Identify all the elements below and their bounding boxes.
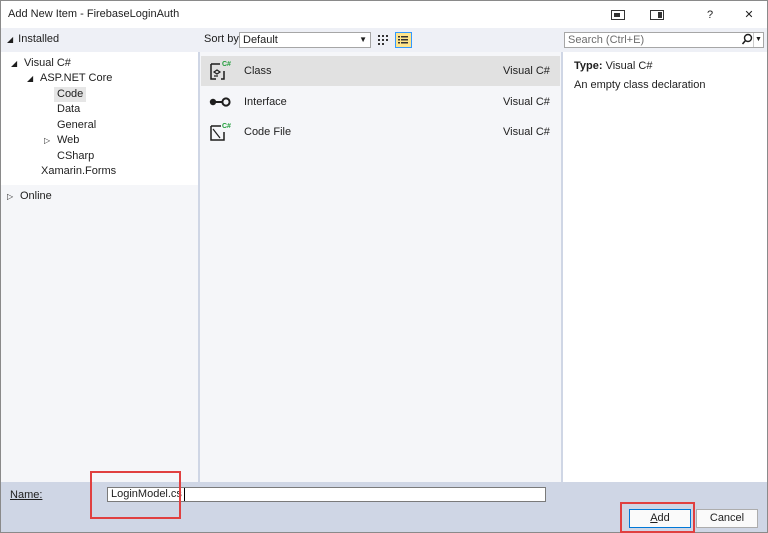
search-icon[interactable] <box>741 33 753 47</box>
grid-view-icon[interactable] <box>375 32 392 48</box>
search-input[interactable]: Search (Ctrl+E) ▼ <box>564 32 764 48</box>
template-language: Visual C# <box>503 126 550 138</box>
svg-text:C#: C# <box>222 123 231 130</box>
tree-item-code[interactable]: Code <box>54 87 87 102</box>
maximize-panel-icon[interactable] <box>637 1 677 28</box>
name-label: Name: <box>10 489 42 501</box>
help-button[interactable]: ? <box>690 1 730 28</box>
tree-label: Online <box>20 190 52 202</box>
close-button[interactable]: ✕ <box>729 1 768 28</box>
tree-label: Data <box>57 103 81 115</box>
collapse-arrow-icon: ◢ <box>7 34 14 44</box>
collapsed-arrow-icon: ▷ <box>7 192 14 201</box>
details-panel <box>563 52 767 482</box>
toggle-panel-icon[interactable] <box>598 1 638 28</box>
interface-icon <box>208 90 232 114</box>
title-bar: Add New Item - FirebaseLoginAuth ? ✕ <box>1 1 767 28</box>
tree-item-aspnet-core[interactable]: ◢ ASP.NET Core <box>27 71 112 86</box>
tree-label: Code <box>54 87 87 102</box>
template-language: Visual C# <box>503 96 550 108</box>
tree-item-csharp[interactable]: CSharp <box>57 149 94 164</box>
search-placeholder: Search (Ctrl+E) <box>568 34 645 46</box>
tree-label: Visual C# <box>24 57 71 69</box>
expanded-arrow-icon: ◢ <box>11 59 18 68</box>
name-label-text: ame: <box>17 489 43 501</box>
tree-label: ASP.NET Core <box>40 72 113 84</box>
add-new-item-dialog: Add New Item - FirebaseLoginAuth ? ✕ ◢ I… <box>0 0 768 533</box>
search-options-dropdown[interactable]: ▼ <box>753 33 763 47</box>
tree-label: Web <box>57 134 80 146</box>
template-language: Visual C# <box>503 65 550 77</box>
template-item-interface[interactable]: Interface Visual C# <box>201 87 560 117</box>
sort-by-dropdown[interactable]: Default ▼ <box>239 32 371 48</box>
sort-by-label: Sort by: <box>204 33 242 45</box>
tree-item-visual-csharp[interactable]: ◢ Visual C# <box>11 56 71 71</box>
tree-item-online[interactable]: ▷ Online <box>7 189 52 204</box>
template-name: Interface <box>244 96 287 108</box>
category-tree: ◢ Visual C# ◢ ASP.NET Core Code Data Gen… <box>1 52 198 185</box>
svg-text:C#: C# <box>222 61 231 68</box>
collapsed-arrow-icon: ▷ <box>44 136 51 145</box>
tree-label: CSharp <box>57 150 95 162</box>
detail-type: Type: Visual C# <box>574 60 652 72</box>
add-highlight-box <box>620 502 695 533</box>
detail-type-value: Visual C# <box>605 60 653 72</box>
tree-item-xamarin-forms[interactable]: Xamarin.Forms <box>41 164 116 179</box>
detail-type-label: Type: <box>574 60 603 72</box>
expanded-arrow-icon: ◢ <box>27 74 34 83</box>
detail-description: An empty class declaration <box>574 79 706 91</box>
tree-label: Xamarin.Forms <box>41 165 117 177</box>
dialog-title: Add New Item - FirebaseLoginAuth <box>8 8 180 20</box>
class-file-icon: C# <box>208 59 232 83</box>
online-section: ▷ Online <box>1 185 198 482</box>
cancel-button[interactable]: Cancel <box>696 509 758 528</box>
code-file-icon: C# <box>208 120 232 144</box>
list-view-icon[interactable] <box>395 32 412 48</box>
template-name: Code File <box>244 126 292 138</box>
installed-toggle[interactable]: ◢ Installed <box>7 33 59 45</box>
name-highlight-box <box>90 471 181 519</box>
tree-item-general[interactable]: General <box>57 118 96 133</box>
tree-item-data[interactable]: Data <box>57 102 80 117</box>
name-label-accel: N <box>10 489 18 501</box>
template-item-class[interactable]: C# Class Visual C# <box>201 56 560 86</box>
tree-label: General <box>57 119 97 131</box>
chevron-down-icon: ▼ <box>359 35 367 44</box>
template-name: Class <box>244 65 272 77</box>
sort-by-value: Default <box>243 34 278 46</box>
template-item-code-file[interactable]: C# Code File Visual C# <box>201 117 560 147</box>
header-row: ◢ Installed Sort by: Default ▼ Search (C… <box>1 28 767 52</box>
tree-item-web[interactable]: ▷ Web <box>44 133 79 148</box>
installed-label: Installed <box>18 33 60 45</box>
sort-by: Sort by: <box>204 33 242 45</box>
